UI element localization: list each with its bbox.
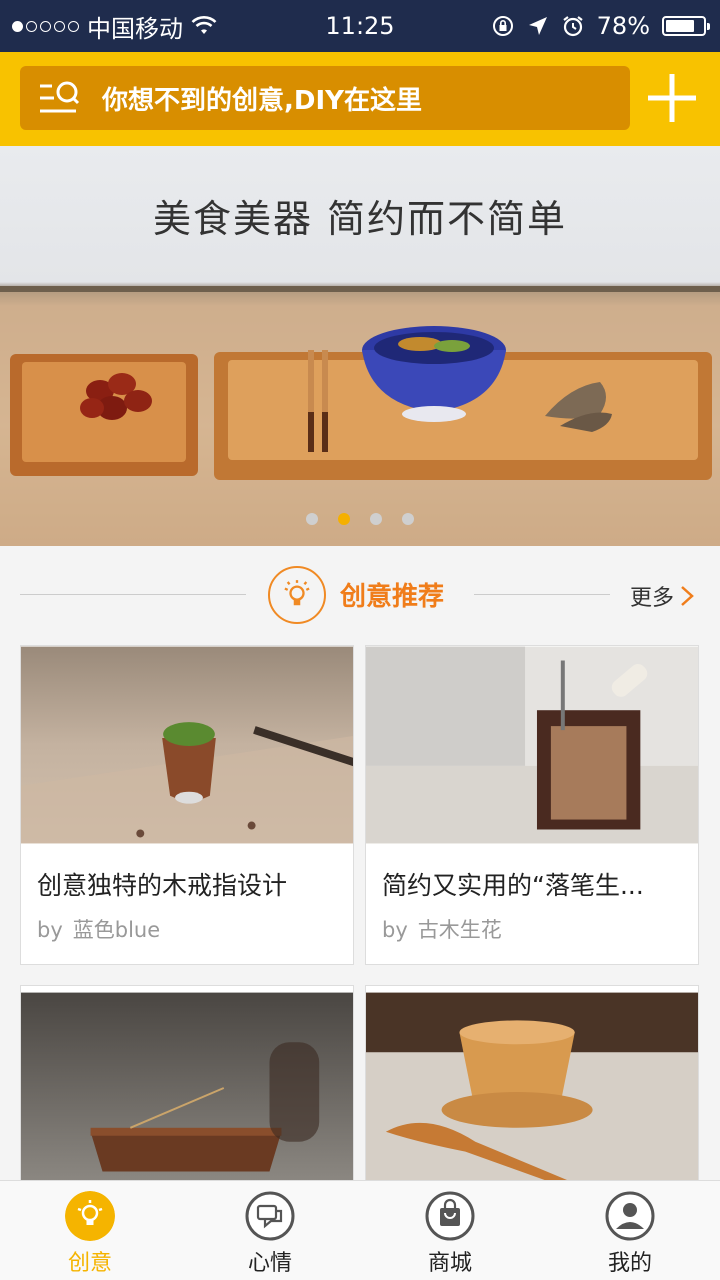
top-header: 你想不到的创意,DIY在这里 (0, 52, 720, 146)
by-label: by (37, 918, 63, 942)
section-header: 创意推荐 更多 (0, 546, 720, 644)
battery-percent: 78% (596, 12, 650, 40)
idea-card[interactable] (365, 985, 699, 1195)
tab-profile[interactable]: 我的 (540, 1181, 720, 1280)
tab-label: 心情 (247, 1251, 292, 1276)
author-name: 古木生花 (417, 918, 502, 942)
chat-icon (245, 1191, 295, 1241)
idea-card[interactable]: 创意独特的木戒指设计 by 蓝色blue (20, 645, 354, 965)
more-label: 更多 (630, 586, 675, 611)
author-name: 蓝色blue (72, 918, 161, 942)
status-right: 78% (491, 0, 710, 52)
shopping-bag-icon (425, 1191, 475, 1241)
lightbulb-icon (65, 1191, 115, 1241)
bottom-tab-bar: 创意 心情 商城 我的 (0, 1180, 720, 1280)
card-photo-wooden-cup (366, 992, 698, 1190)
status-bar: 中国移动 11:25 78% (0, 0, 720, 52)
battery-icon (662, 16, 710, 36)
card-author: by 蓝色blue (21, 902, 353, 944)
tab-idea[interactable]: 创意 (0, 1181, 180, 1280)
user-icon (605, 1191, 655, 1241)
tab-label: 创意 (67, 1251, 112, 1276)
add-button[interactable] (644, 70, 700, 126)
tab-mall[interactable]: 商城 (360, 1181, 540, 1280)
divider-right (474, 594, 610, 595)
lightbulb-icon (268, 566, 326, 624)
idea-card[interactable] (20, 985, 354, 1195)
card-title: 创意独特的木戒指设计 (37, 871, 288, 900)
search-placeholder: 你想不到的创意,DIY在这里 (102, 85, 422, 116)
chevron-right-icon (681, 586, 694, 606)
banner-dot[interactable] (402, 513, 414, 525)
alarm-icon (562, 16, 583, 37)
tab-label: 商城 (427, 1251, 472, 1276)
location-arrow-icon (528, 17, 547, 35)
banner-dot[interactable] (306, 513, 318, 525)
card-author: by 古木生花 (366, 902, 698, 944)
banner-pagination (0, 513, 720, 525)
banner-dot[interactable] (338, 513, 350, 525)
tab-label: 我的 (607, 1251, 652, 1276)
card-photo-incense-holder (21, 992, 353, 1190)
idea-card[interactable]: 简约又实用的“落笔生... by 古木生花 (365, 645, 699, 965)
by-label: by (382, 918, 408, 942)
card-title: 简约又实用的“落笔生... (382, 871, 644, 900)
section-title: 创意推荐 (340, 582, 445, 612)
divider-left (20, 594, 246, 595)
banner-dot[interactable] (370, 513, 382, 525)
search-list-icon (40, 81, 80, 113)
card-photo-wooden-ring (21, 646, 353, 844)
orientation-lock-icon (492, 16, 513, 36)
tab-mood[interactable]: 心情 (180, 1181, 360, 1280)
banner-photo-tableware (0, 286, 720, 546)
more-link[interactable]: 更多 (630, 580, 694, 612)
search-input[interactable]: 你想不到的创意,DIY在这里 (20, 66, 630, 130)
card-photo-pen-holder (366, 646, 698, 844)
promo-banner[interactable]: 美食美器 简约而不简单 (0, 146, 720, 546)
